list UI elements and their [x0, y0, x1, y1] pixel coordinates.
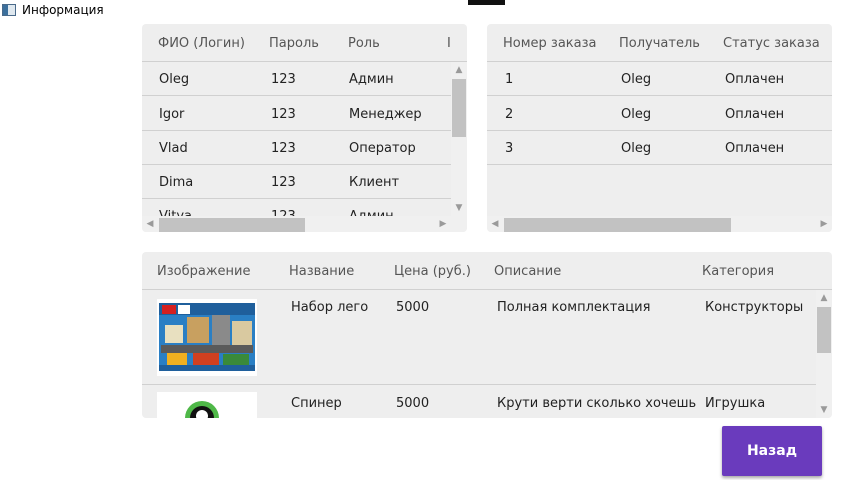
scroll-down-arrow-icon[interactable]: ▼	[816, 402, 832, 418]
app-window-icon	[2, 4, 16, 16]
top-dark-bar	[468, 0, 505, 5]
users-grid-header: ФИО (Логин) Пароль Роль I	[142, 24, 467, 62]
scroll-left-arrow-icon[interactable]: ◀	[487, 216, 503, 232]
cell-order-number: 3	[505, 141, 514, 156]
cell-role: Клиент	[349, 175, 400, 190]
scroll-right-arrow-icon[interactable]: ▶	[435, 216, 451, 232]
users-vertical-scroll-thumb[interactable]	[452, 79, 466, 137]
lego-box-icon	[157, 299, 257, 376]
cell-fio: Vlad	[159, 141, 188, 156]
cell-password: 123	[271, 72, 296, 87]
col-header-order-number[interactable]: Номер заказа	[503, 36, 597, 51]
window-title: Информация	[22, 3, 104, 17]
products-vertical-scrollbar[interactable]: ▲ ▼	[816, 290, 832, 418]
cell-product-category: Игрушка	[705, 396, 766, 411]
orders-horizontal-scroll-thumb[interactable]	[504, 218, 731, 232]
col-header-order-status[interactable]: Статус заказа	[723, 36, 820, 51]
product-image-lego	[157, 299, 257, 376]
col-header-recipient[interactable]: Получатель	[619, 36, 700, 51]
products-grid-header: Изображение Название Цена (руб.) Описани…	[142, 252, 832, 290]
scroll-up-arrow-icon[interactable]: ▲	[816, 290, 832, 306]
cell-product-price: 5000	[396, 396, 430, 411]
table-row[interactable]: 2 Oleg Оплачен	[487, 97, 832, 131]
cell-role: Оператор	[349, 141, 416, 156]
orders-horizontal-scrollbar[interactable]: ◀ ▶	[487, 216, 832, 232]
col-header-image[interactable]: Изображение	[157, 264, 250, 279]
table-row[interactable]: 1 Oleg Оплачен	[487, 62, 832, 96]
col-header-price[interactable]: Цена (руб.)	[394, 264, 471, 279]
cell-product-price: 5000	[396, 300, 430, 315]
table-row[interactable]: Dima 123 Клиент	[142, 165, 451, 199]
cell-fio: Igor	[159, 107, 185, 122]
table-row[interactable]: Vlad 123 Оператор	[142, 131, 451, 165]
scroll-left-arrow-icon[interactable]: ◀	[142, 216, 158, 232]
col-header-password[interactable]: Пароль	[269, 36, 319, 51]
window-title-bar: Информация	[2, 1, 104, 19]
users-grid[interactable]: ФИО (Логин) Пароль Роль I Oleg 123 Админ…	[142, 24, 467, 232]
cell-recipient: Oleg	[621, 72, 652, 87]
cell-product-name: Набор лего	[291, 300, 369, 315]
scroll-up-arrow-icon[interactable]: ▲	[451, 62, 467, 78]
spinner-icon	[157, 392, 257, 418]
cell-password: 123	[271, 107, 296, 122]
cell-recipient: Oleg	[621, 141, 652, 156]
orders-grid[interactable]: Номер заказа Получатель Статус заказа 1 …	[487, 24, 832, 232]
col-header-description[interactable]: Описание	[494, 264, 561, 279]
cell-role: Админ	[349, 72, 394, 87]
cell-password: 123	[271, 141, 296, 156]
cell-product-description: Полная комплектация	[497, 300, 651, 315]
scroll-corner	[451, 216, 467, 232]
table-row[interactable]: 3 Oleg Оплачен	[487, 131, 832, 165]
col-header-fio[interactable]: ФИО (Логин)	[158, 36, 245, 51]
cell-password: 123	[271, 175, 296, 190]
table-row[interactable]: Набор лего 5000 Полная комплектация Конс…	[142, 290, 816, 385]
users-vertical-scrollbar[interactable]: ▲ ▼	[451, 62, 467, 216]
cell-fio: Dima	[159, 175, 194, 190]
table-row[interactable]: Спинер 5000 Крути верти сколько хочешь И…	[142, 386, 816, 418]
cell-product-name: Спинер	[291, 396, 342, 411]
orders-grid-header: Номер заказа Получатель Статус заказа	[487, 24, 832, 62]
cell-recipient: Oleg	[621, 107, 652, 122]
cell-order-number: 1	[505, 72, 514, 87]
cell-fio: Oleg	[159, 72, 190, 87]
products-grid[interactable]: Изображение Название Цена (руб.) Описани…	[142, 252, 832, 418]
scroll-right-arrow-icon[interactable]: ▶	[816, 216, 832, 232]
cell-order-status: Оплачен	[725, 107, 785, 122]
scroll-down-arrow-icon[interactable]: ▼	[451, 200, 467, 216]
cell-role: Менеджер	[349, 107, 422, 122]
back-button[interactable]: Назад	[722, 426, 822, 476]
cell-product-description: Крути верти сколько хочешь	[497, 396, 697, 411]
table-row[interactable]: Igor 123 Менеджер	[142, 97, 451, 131]
cell-order-status: Оплачен	[725, 141, 785, 156]
table-row[interactable]: Oleg 123 Админ	[142, 62, 451, 96]
col-header-category[interactable]: Категория	[702, 264, 774, 279]
cell-order-number: 2	[505, 107, 514, 122]
users-horizontal-scroll-thumb[interactable]	[159, 218, 305, 232]
col-header-name[interactable]: Название	[289, 264, 354, 279]
product-image-spinner	[157, 392, 257, 418]
col-header-role[interactable]: Роль	[348, 36, 380, 51]
users-horizontal-scrollbar[interactable]: ◀ ▶	[142, 216, 451, 232]
col-header-extra[interactable]: I	[447, 36, 451, 51]
cell-product-category: Конструкторы	[705, 300, 804, 315]
products-vertical-scroll-thumb[interactable]	[817, 307, 831, 353]
cell-order-status: Оплачен	[725, 72, 785, 87]
